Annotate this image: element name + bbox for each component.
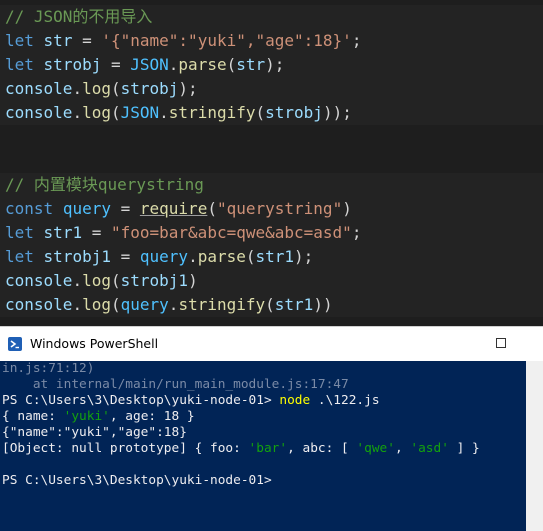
powershell-icon xyxy=(8,337,22,351)
code-line: console.log(JSON.stringify(strobj)); xyxy=(5,103,352,122)
code-comment: // 内置模块querystring xyxy=(5,175,204,194)
code-comment: // JSON的不用导入 xyxy=(5,7,153,26)
window-title: Windows PowerShell xyxy=(30,336,159,351)
console-prompt[interactable]: PS C:\Users\3\Desktop\yuki-node-01> xyxy=(0,473,543,489)
code-block-json: // JSON的不用导入 let str = '{"name":"yuki","… xyxy=(0,5,543,125)
console-line: in.js:71:12) xyxy=(2,361,95,376)
code-line: console.log(strobj); xyxy=(5,79,198,98)
scrollbar[interactable] xyxy=(526,361,543,531)
code-line: const query = require("querystring") xyxy=(5,199,352,218)
maximize-icon xyxy=(496,338,506,348)
powershell-window[interactable]: Windows PowerShell in.js:71:12) at inter… xyxy=(0,326,543,531)
code-line: let str = '{"name":"yuki","age":18}'; xyxy=(5,31,362,50)
console-line: { name: 'yuki', age: 18 } xyxy=(2,409,195,424)
console-line: at internal/main/run_main_module.js:17:4… xyxy=(2,377,349,392)
console-line: PS C:\Users\3\Desktop\yuki-node-01> node… xyxy=(2,393,380,408)
console-line: {"name":"yuki","age":18} xyxy=(2,425,187,440)
code-line: console.log(query.stringify(str1)) xyxy=(5,295,333,314)
code-line: let strobj = JSON.parse(str); xyxy=(5,55,285,74)
title-bar[interactable]: Windows PowerShell xyxy=(0,326,543,361)
code-editor[interactable]: // JSON的不用导入 let str = '{"name":"yuki","… xyxy=(0,0,543,326)
code-line: let strobj1 = query.parse(str1); xyxy=(5,247,314,266)
console-output[interactable]: in.js:71:12) at internal/main/run_main_m… xyxy=(0,361,543,531)
code-line: console.log(strobj1) xyxy=(5,271,198,290)
code-block-querystring: // 内置模块querystring const query = require… xyxy=(0,173,543,317)
console-line: [Object: null prototype] { foo: 'bar', a… xyxy=(2,441,480,456)
code-line: let str1 = "foo=bar&abc=qwe&abc=asd"; xyxy=(5,223,362,242)
maximize-button[interactable] xyxy=(478,327,524,361)
